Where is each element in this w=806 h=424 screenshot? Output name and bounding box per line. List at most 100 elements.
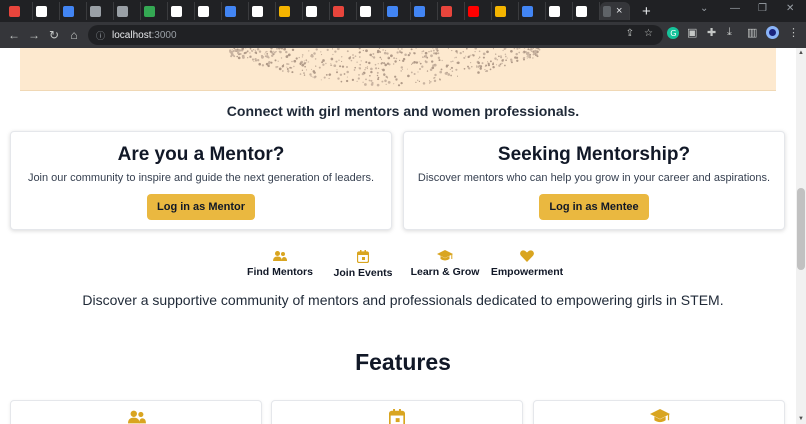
browser-tab[interactable] — [546, 2, 573, 20]
extensions-puzzle-icon[interactable]: ✚ — [707, 26, 716, 39]
hero-dot — [310, 68, 313, 70]
hero-dot — [377, 63, 379, 65]
tab-favicon-icon — [576, 5, 587, 17]
scroll-up-icon[interactable]: ▲ — [797, 50, 805, 56]
hero-dot — [303, 74, 306, 76]
login-mentor-button[interactable]: Log in as Mentor — [147, 194, 255, 220]
login-mentee-button[interactable]: Log in as Mentee — [539, 194, 649, 220]
hero-dot — [304, 65, 306, 68]
hero-dot — [379, 56, 382, 59]
browser-tab[interactable] — [222, 2, 249, 20]
new-tab-button[interactable]: + — [642, 3, 651, 20]
browser-tab[interactable] — [249, 2, 276, 20]
page-scrollbar[interactable]: ▲ ▼ — [796, 48, 806, 424]
site-info-icon[interactable]: ⓘ — [96, 29, 105, 42]
tab-favicon-icon — [603, 5, 611, 17]
address-bar[interactable]: ⓘ localhost:3000 ⇪ ☆ — [88, 25, 663, 45]
hero-dot — [239, 52, 242, 56]
hero-dot — [345, 79, 349, 83]
browser-tab[interactable] — [276, 2, 303, 20]
hero-dot — [489, 60, 492, 63]
reload-icon[interactable]: ↻ — [44, 28, 64, 42]
hero-dot — [264, 55, 267, 58]
hero-dot — [421, 51, 423, 53]
hero-dot — [401, 48, 403, 50]
tab-close-icon[interactable]: × — [616, 5, 622, 17]
hero-dot — [374, 67, 378, 70]
hero-dot — [455, 68, 458, 71]
home-icon[interactable]: ⌂ — [64, 28, 84, 42]
browser-tab[interactable] — [519, 2, 546, 20]
profile-avatar-icon[interactable] — [766, 26, 779, 42]
hero-dot — [254, 58, 257, 61]
browser-tab[interactable] — [114, 2, 141, 20]
browser-tab[interactable] — [195, 2, 222, 20]
hero-dot — [397, 48, 399, 50]
tab-favicon-icon — [522, 5, 533, 17]
hero-dot — [424, 54, 428, 58]
hero-dot — [267, 64, 269, 67]
forward-icon[interactable]: → — [24, 28, 44, 42]
hero-dot — [330, 57, 334, 61]
hero-dot — [478, 50, 481, 53]
browser-tab[interactable] — [492, 2, 519, 20]
hero-dot — [310, 75, 312, 77]
download-icon[interactable]: ⤓ — [727, 26, 732, 39]
share-icon[interactable]: ⇪ — [626, 28, 634, 39]
menu-kebab-icon[interactable]: ⋮ — [788, 26, 799, 39]
hero-dot — [313, 71, 316, 74]
browser-tab[interactable] — [6, 2, 33, 20]
browser-tab[interactable] — [411, 2, 438, 20]
browser-tab[interactable] — [87, 2, 114, 20]
hero-dot — [308, 61, 310, 63]
extension-icon[interactable]: ▣ — [687, 26, 697, 39]
hero-dot — [401, 68, 404, 70]
browser-tab[interactable] — [141, 2, 168, 20]
scroll-down-icon[interactable]: ▼ — [797, 416, 805, 422]
hero-dot — [328, 73, 332, 76]
browser-tab[interactable] — [573, 2, 600, 20]
maximize-icon[interactable]: ❐ — [758, 3, 767, 14]
bookmark-star-icon[interactable]: ☆ — [644, 28, 653, 39]
hero-dot — [372, 52, 375, 55]
browser-tab[interactable] — [465, 2, 492, 20]
side-panel-icon[interactable]: ▥ — [747, 26, 757, 39]
back-icon[interactable]: ← — [4, 28, 24, 42]
hero-dot — [530, 56, 531, 58]
tab-search-icon[interactable]: ⌄ — [700, 3, 708, 14]
hero-dot — [386, 76, 388, 78]
page-viewport: Connect with girl mentors and women prof… — [0, 48, 806, 424]
hero-dot — [455, 50, 458, 53]
active-tab[interactable]: × — [600, 2, 630, 20]
minimize-icon[interactable]: — — [730, 3, 740, 14]
hero-dot — [433, 79, 437, 83]
browser-tab[interactable] — [303, 2, 330, 20]
browser-tab[interactable] — [168, 2, 195, 20]
browser-tab[interactable] — [33, 2, 60, 20]
hero-dot — [400, 66, 403, 69]
hero-dot — [252, 49, 255, 51]
hero-dot — [395, 57, 398, 60]
hero-dot — [532, 53, 535, 56]
browser-tab[interactable] — [357, 2, 384, 20]
hero-dot — [381, 61, 384, 64]
browser-tab[interactable] — [438, 2, 465, 20]
hero-dot — [345, 65, 349, 69]
hero-dot — [275, 67, 277, 69]
close-window-icon[interactable]: ✕ — [786, 3, 794, 14]
hero-dot — [365, 49, 368, 53]
hero-dot — [358, 56, 361, 58]
hero-dot — [498, 55, 500, 58]
grammarly-extension-icon[interactable]: G — [667, 27, 679, 42]
hero-dot — [522, 51, 525, 53]
hero-dot — [303, 72, 305, 75]
browser-tab[interactable] — [330, 2, 357, 20]
hero-banner-bottom — [20, 48, 776, 91]
hero-dot — [279, 50, 282, 54]
tab-favicon-icon — [9, 5, 20, 17]
browser-tab[interactable] — [384, 2, 411, 20]
hero-dot — [251, 50, 253, 52]
hero-dot — [237, 51, 240, 55]
scrollbar-thumb[interactable] — [797, 188, 805, 270]
browser-tab[interactable] — [60, 2, 87, 20]
